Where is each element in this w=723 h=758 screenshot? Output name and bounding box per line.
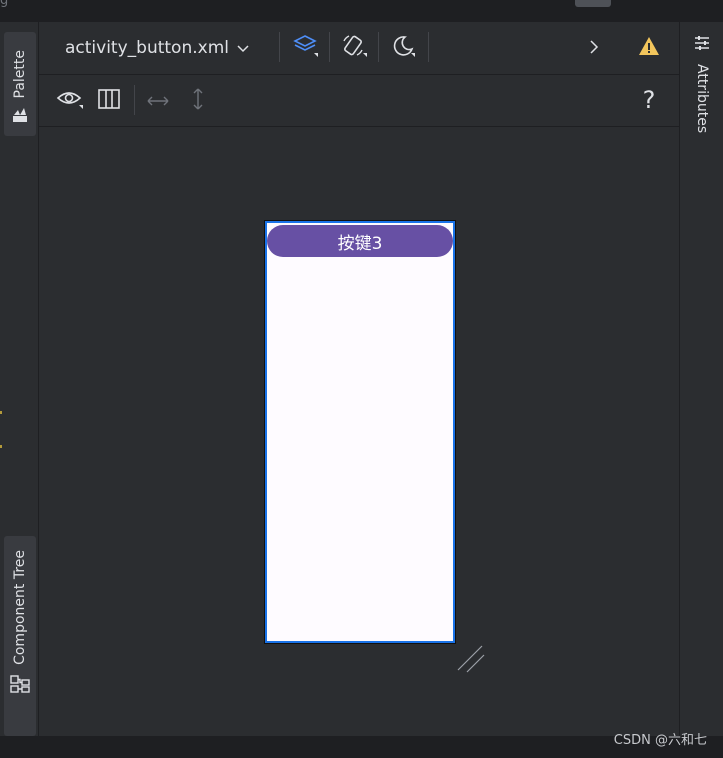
view-options-button[interactable]: [55, 87, 85, 115]
file-dropdown[interactable]: activity_button.xml: [65, 34, 249, 62]
warnings-button[interactable]: [637, 36, 661, 60]
overflow-button[interactable]: [584, 36, 604, 60]
design-canvas[interactable]: 按键3: [39, 127, 679, 736]
sliders-icon: [693, 34, 711, 56]
warning-icon: [638, 36, 660, 60]
right-tool-bar: Attributes: [679, 22, 723, 736]
left-tool-bar: Palette Component Tree: [0, 22, 39, 736]
watermark: CSDN @六和七: [613, 733, 707, 748]
help-button[interactable]: ?: [637, 85, 661, 115]
chevron-down-icon: [237, 38, 249, 58]
vertical-resize-button[interactable]: [185, 87, 211, 115]
palette-icon: [12, 107, 28, 127]
columns-icon: [97, 88, 121, 114]
gutter-marker: [0, 445, 2, 448]
component-tree-tab[interactable]: Component Tree: [4, 536, 36, 736]
device-preview[interactable]: 按键3: [264, 220, 456, 644]
attributes-tab[interactable]: Attributes: [686, 34, 718, 133]
palette-tab[interactable]: Palette: [4, 32, 36, 136]
arrows-vertical-icon: [192, 87, 204, 115]
arrows-horizontal-icon: [146, 92, 170, 111]
rotate-device-icon: [340, 33, 368, 63]
design-toolbar-bottom: ?: [39, 75, 679, 127]
component-tree-tab-label: Component Tree: [12, 550, 28, 665]
file-name: activity_button.xml: [65, 38, 229, 58]
orientation-button[interactable]: [337, 34, 371, 62]
design-surface-button[interactable]: [289, 34, 323, 62]
chevron-right-icon: [589, 39, 599, 58]
toolbar-separator: [134, 85, 135, 115]
eye-icon: [56, 88, 84, 114]
resize-handle-icon[interactable]: [457, 645, 485, 677]
layers-icon: [293, 33, 319, 63]
toolbar-separator: [329, 32, 330, 62]
top-strip-button[interactable]: [575, 0, 611, 7]
attributes-tab-label: Attributes: [694, 64, 710, 134]
component-tree-icon: [10, 675, 30, 697]
toolbar-separator: [428, 32, 429, 62]
toolbar-separator: [279, 32, 280, 62]
blueprint-toggle-button[interactable]: [95, 87, 123, 115]
toolbar-separator: [378, 32, 379, 62]
design-toolbar-top: activity_button.xml: [39, 22, 679, 75]
horizontal-resize-button[interactable]: [145, 87, 171, 115]
moon-icon: [391, 33, 417, 63]
window-top-strip: g: [0, 0, 723, 22]
night-mode-button[interactable]: [387, 34, 421, 62]
preview-button[interactable]: 按键3: [267, 225, 453, 257]
palette-tab-label: Palette: [12, 50, 28, 99]
window-title-fragment: g: [0, 0, 9, 8]
gutter-marker: [0, 411, 2, 414]
